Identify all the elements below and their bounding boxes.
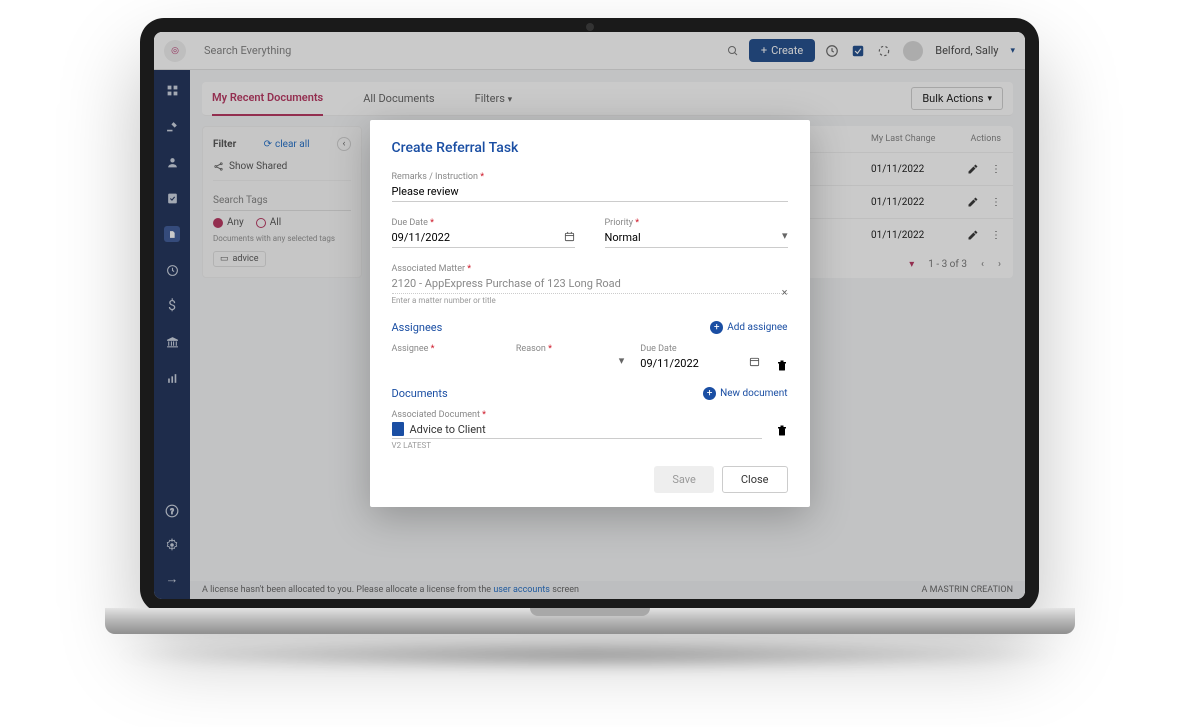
due-date-label: Due Date bbox=[392, 218, 575, 228]
assoc-doc-field[interactable]: Advice to Client bbox=[392, 420, 762, 439]
app-screen: ◎ + Create Belford, Sally ▾ bbox=[154, 32, 1025, 599]
assignee-input[interactable] bbox=[392, 354, 500, 373]
remarks-label: Remarks / Instruction bbox=[392, 172, 788, 182]
matter-input[interactable] bbox=[392, 274, 788, 294]
document-icon bbox=[392, 422, 404, 436]
trash-icon[interactable] bbox=[776, 424, 788, 438]
assignees-heading: Assignees bbox=[392, 321, 443, 334]
add-assignee-link[interactable]: + Add assignee bbox=[710, 321, 787, 334]
chevron-down-icon[interactable]: ▾ bbox=[782, 229, 788, 242]
new-document-link[interactable]: + New document bbox=[703, 387, 787, 400]
add-assignee-label: Add assignee bbox=[727, 322, 787, 333]
matter-hint: Enter a matter number or title bbox=[392, 296, 788, 305]
trash-icon[interactable] bbox=[776, 359, 788, 373]
plus-circle-icon: + bbox=[710, 321, 723, 334]
assignee-due-label: Due Date bbox=[640, 344, 759, 354]
reason-select[interactable] bbox=[516, 354, 624, 373]
remarks-input[interactable] bbox=[392, 182, 788, 202]
assignee-label: Assignee bbox=[392, 344, 500, 354]
assoc-doc-value: Advice to Client bbox=[410, 423, 486, 436]
assignee-due-input[interactable] bbox=[640, 354, 759, 373]
matter-label: Associated Matter bbox=[392, 264, 788, 274]
modal-title: Create Referral Task bbox=[392, 140, 788, 156]
reason-label: Reason bbox=[516, 344, 624, 354]
assoc-doc-label: Associated Document bbox=[392, 410, 762, 420]
doc-version: V2 LATEST bbox=[392, 441, 762, 450]
calendar-icon[interactable] bbox=[749, 356, 760, 367]
close-button[interactable]: Close bbox=[722, 466, 788, 493]
plus-circle-icon: + bbox=[703, 387, 716, 400]
new-document-label: New document bbox=[720, 388, 787, 399]
save-button[interactable]: Save bbox=[654, 466, 714, 493]
priority-select[interactable] bbox=[605, 228, 788, 248]
chevron-down-icon[interactable]: ▾ bbox=[619, 354, 625, 367]
priority-label: Priority bbox=[605, 218, 788, 228]
calendar-icon[interactable] bbox=[564, 231, 575, 242]
create-referral-modal: Create Referral Task Remarks / Instructi… bbox=[370, 120, 810, 507]
documents-heading: Documents bbox=[392, 387, 448, 400]
due-date-input[interactable] bbox=[392, 228, 575, 248]
clear-icon[interactable]: × bbox=[782, 286, 788, 299]
